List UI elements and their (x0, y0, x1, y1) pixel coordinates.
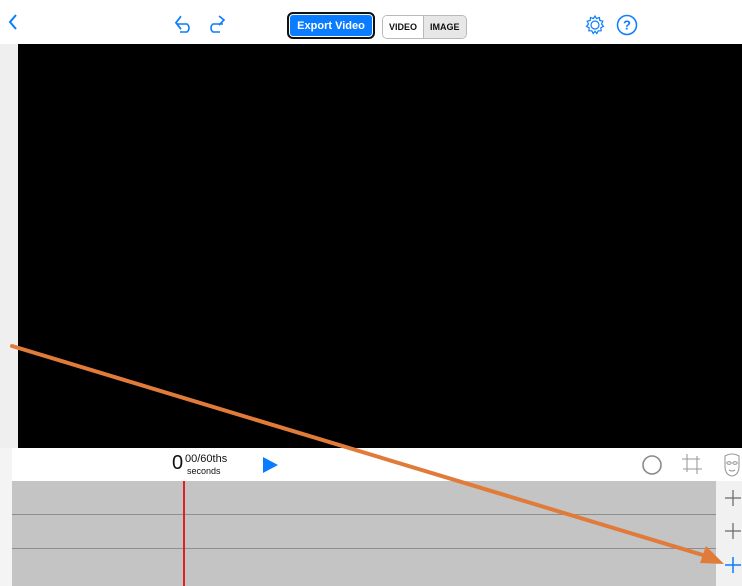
top-toolbar: Export Video VIDEO IMAGE ? (0, 0, 742, 44)
crop-icon[interactable] (680, 452, 704, 476)
track-divider (12, 548, 716, 549)
redo-icon[interactable] (205, 15, 227, 33)
question-icon[interactable]: ? (616, 14, 638, 36)
mode-image-tab[interactable]: IMAGE (424, 16, 466, 38)
play-icon[interactable] (261, 456, 279, 474)
time-fraction-value: 00/60ths (185, 453, 228, 465)
time-unit-label: seconds (187, 466, 221, 476)
undo-icon[interactable] (173, 15, 195, 33)
plus-icon[interactable] (724, 556, 742, 574)
track-divider (12, 514, 716, 515)
mode-toggle[interactable]: VIDEO IMAGE (382, 15, 467, 39)
gear-icon[interactable] (584, 14, 606, 36)
mask-icon[interactable] (722, 452, 742, 478)
chevron-left-icon[interactable] (8, 14, 18, 30)
svg-text:?: ? (623, 18, 631, 33)
time-seconds-value: 0 (172, 452, 184, 474)
playhead[interactable] (183, 481, 185, 586)
side-gutter (0, 44, 18, 448)
video-preview (18, 44, 742, 448)
mode-video-tab[interactable]: VIDEO (383, 16, 425, 38)
plus-icon[interactable] (724, 522, 742, 540)
export-video-button[interactable]: Export Video (287, 12, 375, 39)
app-screen: Export Video VIDEO IMAGE ? 0 00/60ths se… (0, 0, 742, 586)
timeline-tracks[interactable] (12, 481, 716, 586)
plus-icon[interactable] (724, 489, 742, 507)
playback-bar (12, 448, 742, 481)
circle-icon[interactable] (641, 454, 663, 476)
